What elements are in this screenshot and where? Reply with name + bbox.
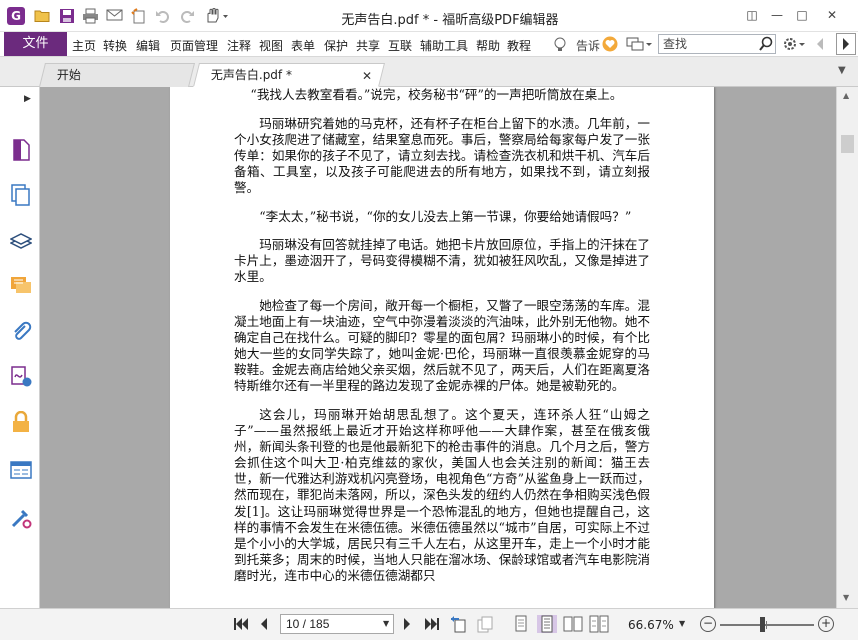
next-view-icon[interactable] [476, 615, 493, 633]
close-button[interactable]: ✕ [821, 6, 843, 24]
paragraph: “我找人去教室看看。”说完，校务秘书“砰”的一声把听筒放在桌上。 [250, 87, 623, 102]
menu-organize[interactable]: 页面管理 [170, 37, 218, 54]
settings-gear-icon[interactable] [782, 36, 808, 52]
menu-form[interactable]: 表单 [291, 37, 315, 54]
menu-view[interactable]: 视图 [259, 37, 283, 54]
zoom-slider-track[interactable] [720, 624, 814, 626]
continuous-page-icon[interactable] [537, 615, 557, 633]
page-dropdown-icon[interactable]: ▼ [383, 619, 389, 628]
redo-icon[interactable] [178, 8, 195, 24]
page-number-input[interactable] [280, 614, 394, 634]
menu-comment[interactable]: 注释 [227, 37, 251, 54]
vertical-scrollbar[interactable]: ▲ ▼ [836, 87, 858, 608]
zoom-in-button[interactable]: + [818, 616, 834, 632]
continuous-facing-icon[interactable] [589, 615, 609, 633]
lightbulb-icon [553, 37, 567, 53]
previous-view-icon[interactable] [450, 615, 466, 633]
next-page-icon[interactable] [402, 617, 412, 635]
menu-file[interactable]: 文件 [4, 32, 67, 56]
tab-home[interactable]: 开始 [39, 63, 195, 87]
menu-share[interactable]: 共享 [356, 37, 380, 54]
single-page-icon[interactable] [513, 615, 529, 633]
facing-pages-icon[interactable] [563, 615, 583, 633]
menu-tutorial[interactable]: 教程 [507, 37, 531, 54]
paragraph: 这会儿，玛丽琳开始胡思乱想了。这个夏天，连环杀人狂“山姆之子”——虽然报纸上最近… [234, 407, 650, 583]
chat-dropdown-icon[interactable] [626, 36, 654, 52]
zoom-out-button[interactable]: − [700, 616, 716, 632]
zoom-dropdown-icon[interactable]: ▼ [679, 619, 685, 628]
pages-icon[interactable] [10, 184, 32, 206]
navigation-sidebar: ▶ [0, 87, 40, 608]
security-icon[interactable] [10, 410, 32, 433]
minimize-button[interactable]: — [766, 6, 788, 24]
menu-bar: 文件 主页 转换 编辑 页面管理 注释 视图 表单 保护 共享 互联 辅助工具 … [0, 32, 858, 57]
tab-document[interactable]: 无声告白.pdf * [193, 63, 385, 87]
chevron-right-icon[interactable] [836, 33, 856, 55]
comments-icon[interactable] [10, 275, 32, 297]
paragraph: 玛丽琳没有回答就挂掉了电话。她把卡片放回原位，手指上的汗抹在了卡片上，墨迹洇开了… [234, 237, 650, 285]
last-page-icon[interactable] [424, 617, 440, 635]
hand-tool-icon[interactable] [203, 7, 229, 24]
title-bar: G 无声告白.pdf * - 福昕高级PDF编辑器 ◫ — □ ✕ [0, 0, 858, 32]
new-icon[interactable] [130, 8, 147, 24]
tabs-dropdown-icon[interactable]: ▼ [838, 65, 846, 76]
sidebar-expand-icon[interactable]: ▶ [24, 94, 34, 104]
menu-accessibility[interactable]: 辅助工具 [420, 37, 468, 54]
document-viewport[interactable]: “我找人去教室看看。”说完，校务秘书“砰”的一声把听筒放在桌上。 玛丽琳研究着她… [40, 87, 836, 608]
paragraph: 她检查了每一个房间，敞开每一个橱柜，又瞥了一眼空荡荡的车库。混凝土地面上有一块油… [234, 297, 650, 394]
tell-me-label[interactable]: 告诉 [576, 37, 600, 54]
menu-connect[interactable]: 互联 [388, 37, 412, 54]
menu-edit[interactable]: 编辑 [136, 37, 160, 54]
undo-icon[interactable] [154, 8, 171, 24]
paragraph: “李太太，”秘书说，“你的女儿没去上第一节课，你要给她请假吗？” [259, 208, 632, 224]
scroll-down-icon[interactable]: ▼ [843, 593, 849, 602]
feedback-heart-icon[interactable] [602, 36, 618, 52]
zoom-slider-tick [766, 621, 767, 629]
first-page-icon[interactable] [233, 617, 249, 635]
email-icon[interactable] [106, 8, 123, 24]
search-icon[interactable] [758, 36, 774, 52]
menu-protect[interactable]: 保护 [324, 37, 348, 54]
previous-page-icon[interactable] [259, 617, 269, 635]
menu-home[interactable]: 主页 [72, 37, 96, 54]
folder-open-icon[interactable] [34, 8, 51, 24]
signature-icon[interactable] [10, 366, 32, 388]
ribbon-toggle-icon[interactable]: ◫ [741, 6, 763, 24]
menu-convert[interactable]: 转换 [103, 37, 127, 54]
chevron-left-icon[interactable] [814, 37, 826, 51]
layers-icon[interactable] [9, 230, 33, 252]
scrollbar-thumb[interactable] [841, 135, 854, 153]
page-thumbnail-icon[interactable] [10, 139, 32, 161]
form-fields-icon[interactable] [10, 459, 32, 481]
print-icon[interactable] [82, 8, 99, 24]
tools-icon[interactable] [10, 507, 32, 529]
menu-help[interactable]: 帮助 [476, 37, 500, 54]
paragraph: 玛丽琳研究着她的马克杯，还有杯子在柜台上留下的水渍。几年前，一个小女孩爬进了储藏… [234, 115, 650, 195]
scroll-up-icon[interactable]: ▲ [843, 91, 849, 100]
pdf-page: “我找人去教室看看。”说完，校务秘书“砰”的一声把听筒放在桌上。 玛丽琳研究着她… [170, 87, 714, 608]
restore-button[interactable]: □ [791, 6, 813, 24]
zoom-level[interactable]: 66.67% [628, 618, 674, 632]
tab-close-icon[interactable]: ✕ [362, 69, 372, 83]
save-icon[interactable] [58, 8, 75, 24]
tab-bar: 开始 无声告白.pdf * ✕ ▼ [0, 57, 858, 87]
foxit-logo-icon[interactable]: G [7, 7, 25, 25]
zoom-slider-thumb[interactable] [760, 617, 766, 632]
status-bar: ▼ 66.67% ▼ − + [0, 608, 858, 640]
attachments-icon[interactable] [10, 321, 32, 343]
window-title: 无声告白.pdf * - 福昕高级PDF编辑器 [341, 13, 559, 28]
